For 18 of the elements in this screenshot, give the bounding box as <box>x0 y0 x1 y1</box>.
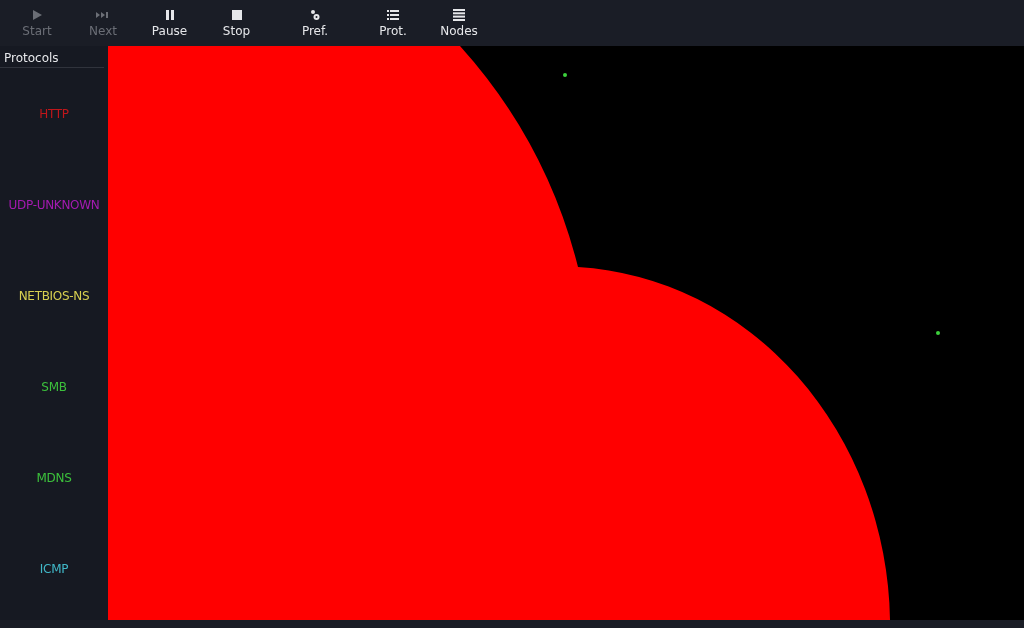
panel-title: Protocols <box>0 46 104 68</box>
gears-icon <box>309 8 321 21</box>
toolbar-button[interactable]: Nodes <box>426 0 492 46</box>
node-dot <box>563 73 567 77</box>
toolbar-button[interactable]: Pause <box>136 0 203 46</box>
play-icon <box>31 8 43 21</box>
protocol-label[interactable]: MDNS <box>0 470 108 485</box>
stop-icon <box>230 8 243 21</box>
pause-icon <box>163 8 176 21</box>
list-icon <box>387 8 399 21</box>
toolbar-button[interactable]: Stop <box>203 0 270 46</box>
node-dot <box>936 331 940 335</box>
protocol-label[interactable]: SMB <box>0 379 108 394</box>
toolbar-button[interactable]: Prot. <box>360 0 426 46</box>
menu-icon <box>453 8 465 21</box>
toolbar-button[interactable]: Pref. <box>270 0 360 46</box>
protocol-label[interactable]: ICMP <box>0 561 108 576</box>
protocol-label[interactable]: NETBIOS-NS <box>0 288 108 303</box>
